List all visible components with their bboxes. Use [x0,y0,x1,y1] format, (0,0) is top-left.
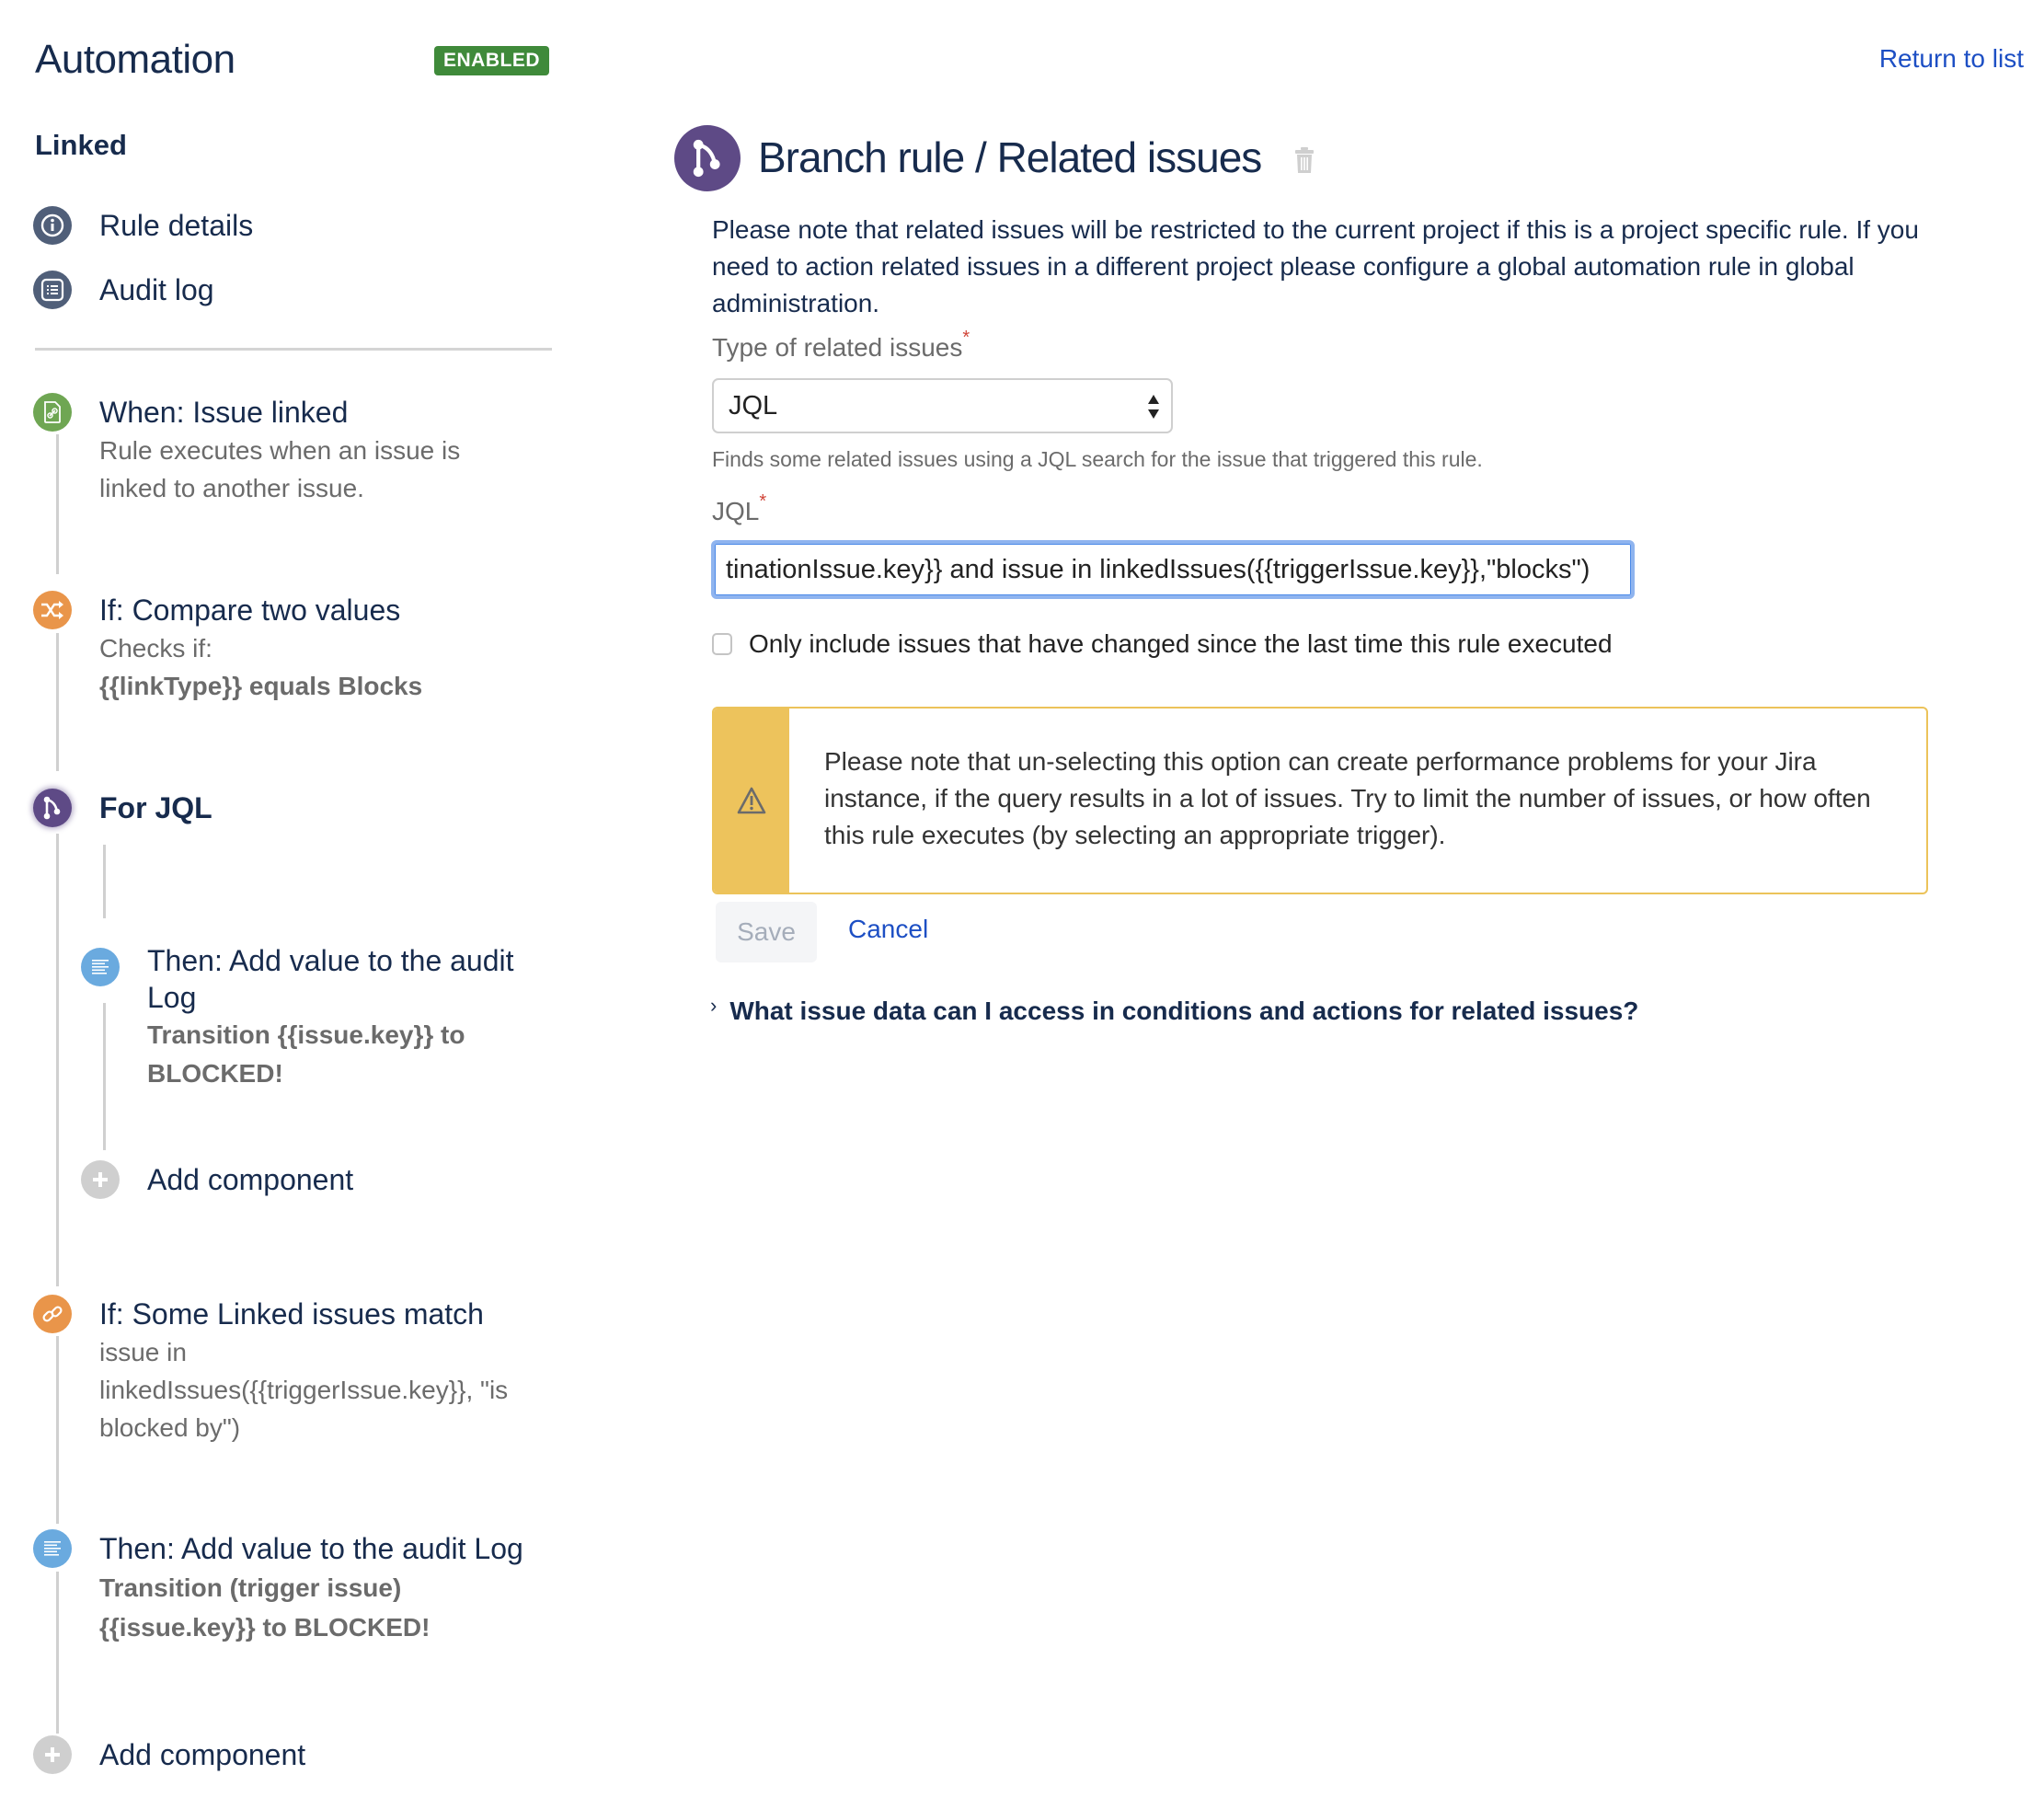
jql-label: JQL* [712,491,766,526]
timeline-connector [56,1336,59,1524]
step-description: linked to another issue. [99,474,364,502]
related-issues-notice: Please note that related issues will be … [712,215,1919,317]
plus-icon [81,1160,120,1199]
performance-warning: Please note that un-selecting this optio… [712,707,1928,894]
timeline-connector [56,633,59,771]
step-title: For JQL [99,791,212,824]
warning-text: Please note that un-selecting this optio… [824,747,1871,849]
step-description: issue in [99,1338,187,1366]
step-title: If: Some Linked issues match [99,1297,484,1331]
step-title: If: Compare two values [99,593,401,627]
step-description: linkedIssues({{triggerIssue.key}}, "is [99,1376,509,1404]
type-of-related-issues-select[interactable]: JQL [712,378,1173,433]
warning-bar [714,709,789,893]
warning-icon [737,787,766,814]
shuffle-icon [33,591,72,629]
required-asterisk: * [962,328,970,348]
plus-icon [33,1735,72,1774]
expander-label: What issue data can I access in conditio… [729,997,1639,1025]
step-title: Add component [147,1163,354,1196]
list-icon [33,271,72,309]
chevron-right-icon: › [710,994,718,1017]
info-icon [33,206,72,245]
timeline-connector [56,434,59,574]
issue-linked-icon [33,393,72,432]
audit-log-icon [81,948,120,986]
field-label: JQL [712,497,760,525]
page-title: Branch rule / Related issues [758,133,1262,181]
type-help-text: Finds some related issues using a JQL se… [712,447,1483,471]
select-arrows-icon [1148,395,1159,419]
trash-icon[interactable] [1293,145,1315,175]
rule-name: Linked [35,129,127,161]
only-changed-issues-checkbox[interactable] [712,633,732,655]
timeline-connector [56,1572,59,1734]
sidebar-item-label: Audit log [99,272,214,306]
required-asterisk: * [759,491,767,512]
jql-input[interactable] [711,540,1635,599]
timeline-connector [56,834,59,1286]
step-title: Then: Add value to the audit Log [147,944,514,1014]
sidebar-item-audit-log[interactable]: Audit log [33,271,214,309]
cancel-button[interactable]: Cancel [848,915,928,944]
return-to-list-link[interactable]: Return to list [1879,44,2024,74]
type-of-related-issues-label: Type of related issues* [712,328,970,363]
step-description: blocked by") [99,1413,241,1442]
step-title: Add component [99,1738,306,1771]
only-changed-issues-checkbox-row[interactable]: Only include issues that have changed si… [712,629,1613,659]
step-description: Transition (trigger issue) [99,1573,402,1602]
save-button[interactable]: Save [716,902,817,962]
sidebar-item-rule-details[interactable]: Rule details [33,206,253,245]
timeline-connector-nested [103,845,106,918]
step-description: {{issue.key}} to BLOCKED! [99,1613,431,1642]
link-icon [33,1295,72,1333]
step-title: Then: Add value to the audit Log [99,1532,523,1565]
branch-icon [674,125,741,191]
checkbox-label: Only include issues that have changed si… [749,629,1613,658]
field-label: Type of related issues [712,333,963,362]
step-description: BLOCKED! [147,1059,283,1088]
related-issues-data-expander[interactable]: › What issue data can I access in condit… [710,994,1639,1026]
timeline-connector-nested [103,1003,106,1150]
branch-icon [33,789,72,827]
status-badge: ENABLED [434,46,550,75]
step-title: When: Issue linked [99,396,349,429]
app-title: Automation [35,37,235,82]
sidebar-item-label: Rule details [99,208,254,242]
select-value: JQL [729,390,778,421]
sidebar-divider [35,348,552,351]
step-description: Rule executes when an issue is [99,436,461,465]
step-description: Transition {{issue.key}} to [147,1020,465,1049]
audit-log-icon [33,1529,72,1568]
step-description: Checks if: [99,634,212,663]
step-condition: {{linkType}} equals Blocks [99,672,423,700]
